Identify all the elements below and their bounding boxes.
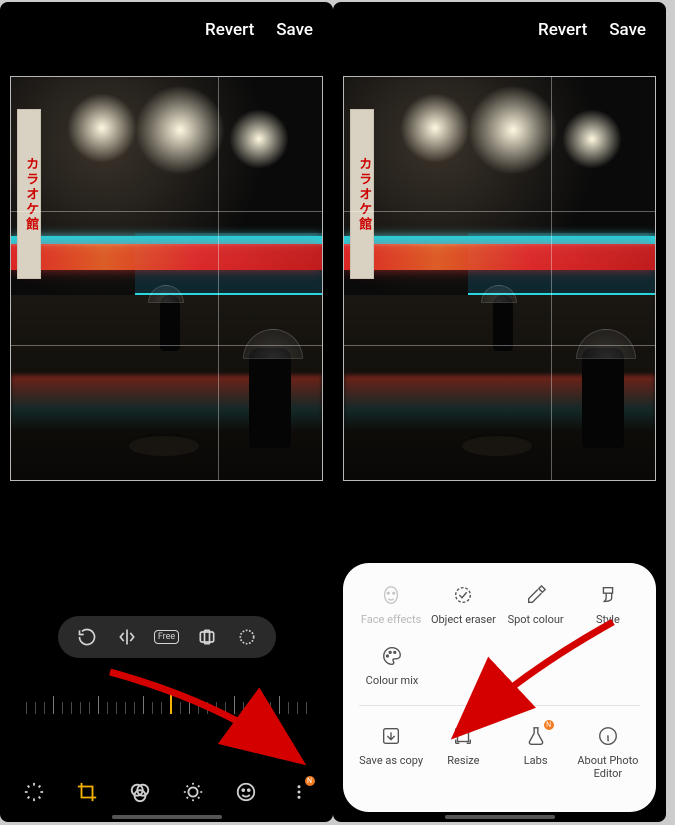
perspective-icon[interactable] bbox=[236, 626, 258, 648]
face-effects-button: Face effects bbox=[355, 583, 427, 626]
more-icon[interactable]: N bbox=[285, 778, 313, 806]
style-button[interactable]: Style bbox=[572, 583, 644, 626]
label: Resize bbox=[447, 754, 479, 767]
photo-canvas[interactable]: カラオケ館 bbox=[10, 76, 323, 481]
crop-tools: Free bbox=[58, 616, 276, 658]
rotate-icon[interactable] bbox=[76, 626, 98, 648]
label: Object eraser bbox=[431, 613, 496, 626]
new-badge: N bbox=[305, 776, 315, 786]
photo-canvas[interactable]: カラオケ館 bbox=[343, 76, 656, 481]
labs-button[interactable]: N Labs bbox=[500, 724, 572, 780]
spot-colour-button[interactable]: Spot colour bbox=[500, 583, 572, 626]
adjust-icon[interactable] bbox=[179, 778, 207, 806]
divider bbox=[359, 705, 640, 706]
revert-button[interactable]: Revert bbox=[205, 20, 254, 40]
more-options-sheet: Face effects Object eraser Spot colour S… bbox=[343, 563, 656, 812]
auto-enhance-icon[interactable] bbox=[20, 778, 48, 806]
label: Face effects bbox=[361, 613, 421, 626]
rotation-ruler[interactable] bbox=[20, 686, 313, 714]
eyedropper-icon bbox=[524, 583, 548, 607]
eraser-icon bbox=[451, 583, 475, 607]
label: Spot colour bbox=[508, 613, 564, 626]
vertical-sign: カラオケ館 bbox=[17, 109, 41, 279]
info-icon bbox=[596, 724, 620, 748]
flip-icon[interactable] bbox=[116, 626, 138, 648]
editor-header: Revert Save bbox=[0, 2, 333, 58]
label: Colour mix bbox=[366, 674, 419, 687]
save-as-copy-button[interactable]: Save as copy bbox=[355, 724, 427, 780]
face-icon bbox=[379, 583, 403, 607]
brush-icon bbox=[596, 583, 620, 607]
label: About Photo Editor bbox=[572, 754, 644, 780]
label: Save as copy bbox=[359, 754, 423, 767]
sheet-row: Colour mix bbox=[351, 640, 648, 701]
free-ratio-button[interactable]: Free bbox=[156, 626, 178, 648]
colour-mix-button[interactable]: Colour mix bbox=[355, 644, 429, 687]
save-button[interactable]: Save bbox=[609, 20, 646, 40]
revert-button[interactable]: Revert bbox=[538, 20, 587, 40]
gesture-bar bbox=[112, 815, 222, 819]
save-button[interactable]: Save bbox=[276, 20, 313, 40]
aspect-icon[interactable] bbox=[196, 626, 218, 648]
phone-left: Revert Save カラオケ館 Free bbox=[0, 2, 333, 822]
labs-icon: N bbox=[524, 724, 548, 748]
palette-icon bbox=[380, 644, 404, 668]
object-eraser-button[interactable]: Object eraser bbox=[427, 583, 499, 626]
vertical-sign: カラオケ館 bbox=[350, 109, 374, 279]
sheet-row: Save as copy Resize N Labs About Phot bbox=[351, 720, 648, 794]
label: Style bbox=[596, 613, 620, 626]
save-copy-icon bbox=[379, 724, 403, 748]
about-button[interactable]: About Photo Editor bbox=[572, 724, 644, 780]
gesture-bar bbox=[445, 815, 555, 819]
sheet-row: Face effects Object eraser Spot colour S… bbox=[351, 579, 648, 640]
stickers-icon[interactable] bbox=[232, 778, 260, 806]
label: Labs bbox=[524, 754, 548, 767]
crop-icon[interactable] bbox=[73, 778, 101, 806]
new-badge: N bbox=[544, 720, 554, 730]
editor-nav: N bbox=[0, 778, 333, 806]
annotation-arrow bbox=[100, 662, 320, 782]
editor-header: Revert Save bbox=[333, 2, 666, 58]
resize-button[interactable]: Resize bbox=[427, 724, 499, 780]
phone-right: Revert Save カラオケ館 Face effects bbox=[333, 2, 666, 822]
resize-icon bbox=[451, 724, 475, 748]
filters-icon[interactable] bbox=[126, 778, 154, 806]
